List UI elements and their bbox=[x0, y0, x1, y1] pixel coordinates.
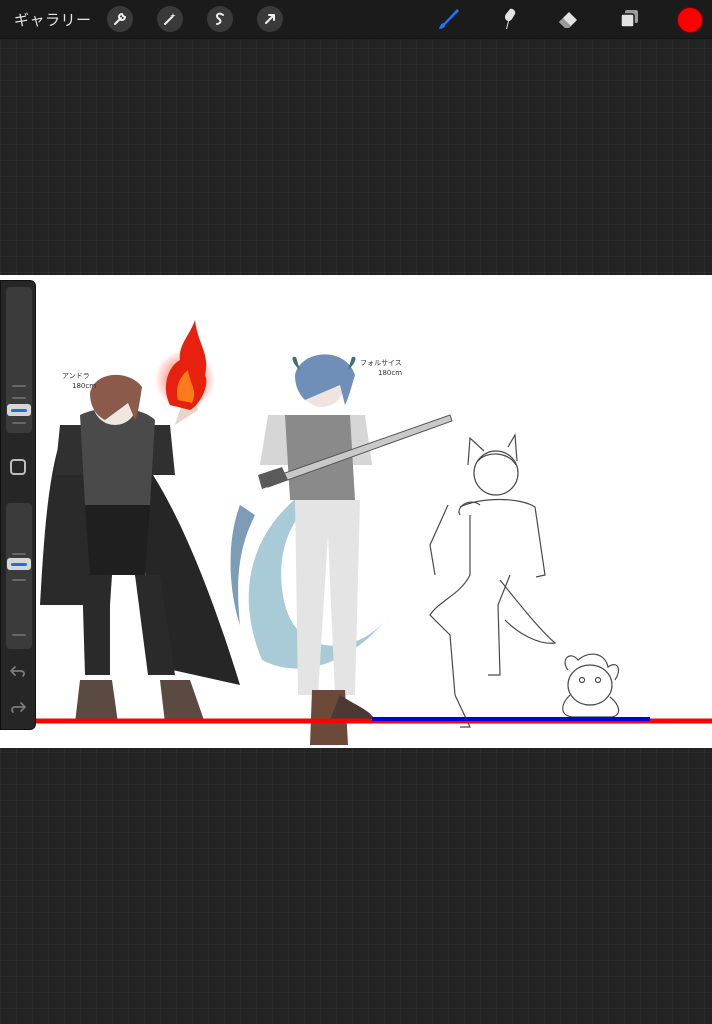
slider-tick bbox=[12, 553, 26, 555]
slider-tick bbox=[12, 422, 26, 424]
drawing-canvas[interactable]: アンドラ 180cm フォルサイス 180cm bbox=[0, 275, 712, 748]
redo-icon[interactable] bbox=[9, 699, 27, 717]
character-cat-ear-sketch bbox=[429, 433, 557, 728]
top-toolbar: ギャラリー bbox=[0, 0, 712, 39]
slider-tick bbox=[12, 385, 26, 387]
brush-size-handle[interactable] bbox=[7, 404, 31, 416]
left-sidebar bbox=[0, 280, 36, 730]
creature-sketch bbox=[562, 653, 620, 718]
layers-icon[interactable] bbox=[616, 5, 644, 33]
annotation-character-1: アンドラ 180cm bbox=[62, 372, 96, 390]
annotation-character-2: フォルサイス 180cm bbox=[360, 359, 404, 377]
modify-square-icon[interactable] bbox=[10, 459, 26, 475]
brush-size-slider[interactable] bbox=[6, 287, 32, 433]
slider-tick bbox=[12, 634, 26, 636]
color-picker-button[interactable] bbox=[677, 7, 703, 33]
slider-tick bbox=[12, 579, 26, 581]
selection-icon[interactable] bbox=[207, 6, 233, 32]
brush-icon[interactable] bbox=[434, 5, 462, 33]
magic-wand-icon[interactable] bbox=[157, 6, 183, 32]
brush-opacity-handle[interactable] bbox=[7, 558, 31, 570]
character-dark-coat bbox=[40, 320, 240, 723]
slider-tick bbox=[12, 397, 26, 399]
undo-icon[interactable] bbox=[9, 663, 27, 681]
transform-arrow-icon[interactable] bbox=[257, 6, 283, 32]
wrench-icon[interactable] bbox=[107, 6, 133, 32]
brush-opacity-slider[interactable] bbox=[6, 503, 32, 649]
eraser-icon[interactable] bbox=[554, 5, 582, 33]
artwork: アンドラ 180cm フォルサイス 180cm bbox=[0, 320, 712, 745]
character-blue-swordsman bbox=[230, 354, 453, 745]
gallery-button[interactable]: ギャラリー bbox=[14, 9, 92, 30]
smudge-icon[interactable] bbox=[494, 5, 522, 33]
